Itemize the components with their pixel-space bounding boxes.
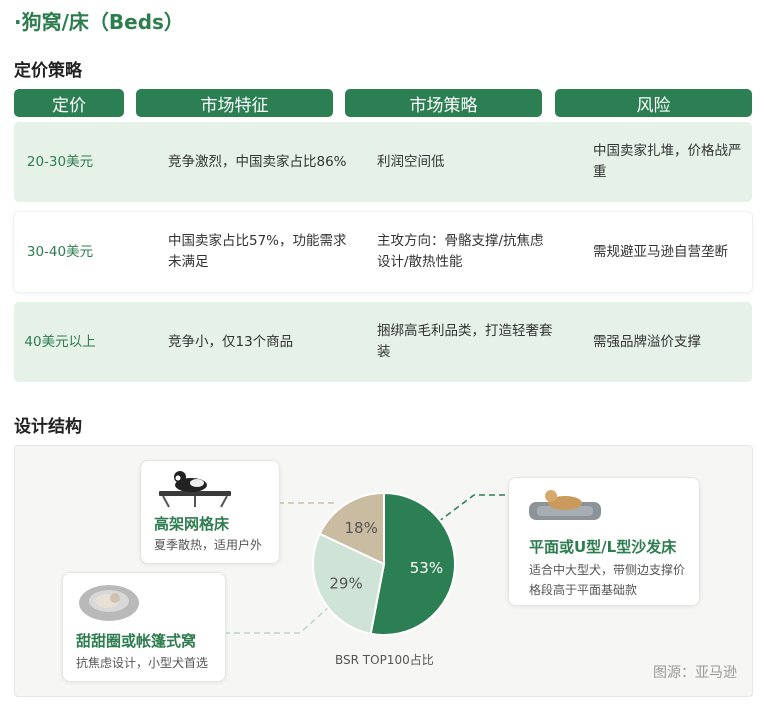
pie-slice-label: 18% <box>345 519 378 537</box>
elevated-cot-bed-icon <box>159 471 231 508</box>
card-desc: 夏季散热，适用户外 <box>154 538 263 552</box>
donut-bed-icon <box>79 585 139 621</box>
card-title: 高架网格床 <box>154 515 230 533</box>
bolster-sofa-bed-icon <box>529 490 601 520</box>
card-desc: 抗焦虑设计，小型犬首选 <box>76 656 209 670</box>
card-desc: 适合中大型犬，带侧边支撑价格段高于平面基础款 <box>529 563 686 597</box>
card-title: 平面或U型/L型沙发床 <box>529 538 677 556</box>
source-note: 图源：亚马逊 <box>653 665 737 681</box>
card-donut-bed: 甜甜圈或帐篷式窝 抗焦虑设计，小型犬首选 <box>62 572 226 682</box>
card-elevated-bed: 高架网格床 夏季散热，适用户外 <box>140 460 280 564</box>
card-sofa-bed: 平面或U型/L型沙发床 适合中大型犬，带侧边支撑价格段高于平面基础款 <box>508 477 700 606</box>
chart-caption: BSR TOP100占比 <box>335 653 434 667</box>
card-title: 甜甜圈或帐篷式窝 <box>76 632 197 650</box>
pie-slice-label: 29% <box>329 574 362 592</box>
pie-slice-label: 53% <box>410 559 443 577</box>
bsr-pie-chart: 53% 29% 18% <box>312 491 457 636</box>
